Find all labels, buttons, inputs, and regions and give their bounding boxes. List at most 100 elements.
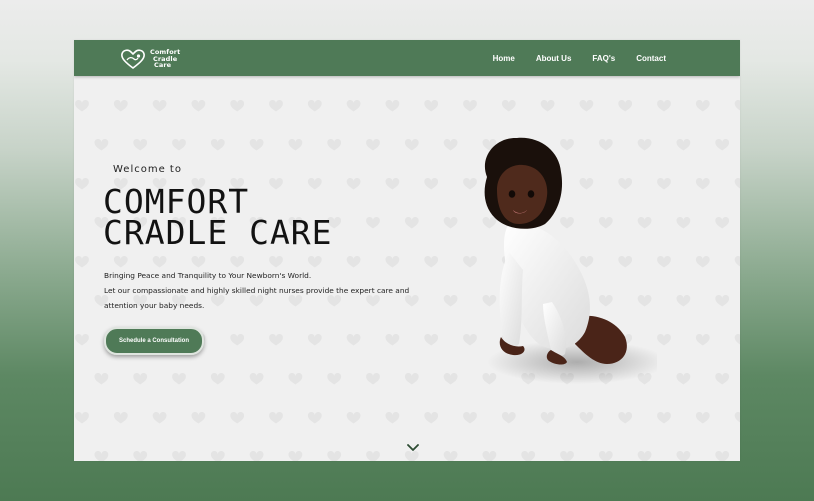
nav-link-about-us[interactable]: About Us bbox=[536, 54, 572, 63]
hero-description-line-1: Bringing Peace and Tranquility to Your N… bbox=[104, 271, 312, 280]
heart-icon bbox=[501, 412, 516, 424]
heart-icon bbox=[172, 451, 186, 461]
heart-icon bbox=[113, 256, 128, 268]
heart-icon bbox=[307, 100, 322, 112]
heart-icon bbox=[307, 334, 322, 346]
heart-icon bbox=[249, 139, 264, 151]
heart-icon bbox=[695, 256, 710, 268]
heart-icon bbox=[385, 334, 400, 346]
heart-icon bbox=[75, 178, 89, 190]
heart-icon bbox=[424, 334, 439, 346]
heart-icon bbox=[327, 373, 342, 385]
heart-hand-logo-icon bbox=[121, 49, 145, 70]
heart-icon bbox=[521, 451, 536, 461]
heart-icon bbox=[172, 139, 186, 151]
heart-icon bbox=[676, 217, 691, 229]
heart-icon bbox=[715, 451, 730, 461]
heart-icon bbox=[734, 178, 740, 189]
heart-icon bbox=[269, 100, 283, 112]
heart-icon bbox=[676, 139, 691, 151]
heart-icon bbox=[734, 100, 740, 111]
schedule-consultation-button[interactable]: Schedule a Consultation bbox=[104, 327, 204, 355]
heart-icon bbox=[424, 100, 439, 112]
heart-icon bbox=[540, 100, 555, 112]
heart-icon bbox=[695, 100, 710, 112]
heart-icon bbox=[307, 412, 322, 424]
hero-title-line-2: CRADLE CARE bbox=[103, 213, 333, 252]
heart-icon bbox=[695, 334, 710, 346]
heart-icon bbox=[366, 373, 380, 385]
logo-wordmark: Comfort Cradle Care bbox=[150, 49, 180, 69]
nav-link-contact[interactable]: Contact bbox=[636, 54, 666, 63]
hero-description-line-2: Let our compassionate and highly skilled… bbox=[104, 286, 410, 295]
top-navbar: Comfort Cradle Care Home About Us FAQ's … bbox=[74, 40, 740, 76]
heart-icon bbox=[443, 295, 458, 307]
heart-icon bbox=[346, 412, 361, 424]
chevron-down-icon[interactable] bbox=[407, 444, 419, 452]
heart-icon bbox=[715, 139, 730, 151]
heart-icon bbox=[133, 139, 148, 151]
heart-icon bbox=[172, 373, 186, 385]
nav-link-faqs[interactable]: FAQ's bbox=[592, 54, 615, 63]
hero-title: COMFORT CRADLE CARE bbox=[103, 185, 333, 252]
heart-icon bbox=[307, 256, 322, 268]
heart-icon bbox=[443, 451, 458, 461]
heart-icon bbox=[404, 451, 419, 461]
heart-icon bbox=[715, 217, 730, 229]
heart-icon bbox=[288, 451, 303, 461]
heart-icon bbox=[288, 373, 303, 385]
heart-icon bbox=[346, 334, 361, 346]
heart-icon bbox=[230, 412, 245, 424]
heart-icon bbox=[676, 451, 691, 461]
heart-icon bbox=[676, 295, 691, 307]
heart-icon bbox=[695, 412, 710, 424]
heart-icon bbox=[152, 412, 167, 424]
brand-logo[interactable]: Comfort Cradle Care bbox=[119, 47, 180, 71]
heart-icon bbox=[191, 256, 206, 268]
heart-icon bbox=[443, 217, 458, 229]
heart-icon bbox=[75, 334, 89, 346]
heart-icon bbox=[210, 451, 225, 461]
heart-icon bbox=[191, 100, 206, 112]
heart-icon bbox=[404, 217, 419, 229]
heart-icon bbox=[191, 412, 206, 424]
heart-icon bbox=[385, 178, 400, 190]
heart-icon bbox=[94, 373, 109, 385]
heart-icon bbox=[249, 451, 264, 461]
heart-icon bbox=[366, 451, 380, 461]
heart-icon bbox=[657, 100, 671, 112]
heart-icon bbox=[288, 139, 303, 151]
heart-icon bbox=[269, 334, 283, 346]
heart-icon bbox=[210, 139, 225, 151]
heart-icon bbox=[269, 412, 283, 424]
heart-icon bbox=[579, 100, 594, 112]
heart-icon bbox=[734, 334, 740, 345]
heart-icon bbox=[540, 412, 555, 424]
heart-icon bbox=[424, 256, 439, 268]
heart-icon bbox=[657, 412, 671, 424]
heart-icon bbox=[734, 256, 740, 267]
nav-link-home[interactable]: Home bbox=[493, 54, 515, 63]
heart-icon bbox=[695, 178, 710, 190]
heart-icon bbox=[676, 373, 691, 385]
heart-icon bbox=[94, 451, 109, 461]
browser-viewport: Comfort Cradle Care Home About Us FAQ's … bbox=[74, 40, 740, 461]
heart-icon bbox=[366, 217, 380, 229]
heart-icon bbox=[113, 412, 128, 424]
nav-menu: Home About Us FAQ's Contact bbox=[493, 40, 666, 76]
heart-icon bbox=[637, 451, 652, 461]
hero-description: Bringing Peace and Tranquility to Your N… bbox=[104, 268, 410, 313]
heart-icon bbox=[133, 373, 148, 385]
hero-description-line-3: attention your baby needs. bbox=[104, 301, 205, 310]
heart-icon bbox=[657, 178, 671, 190]
heart-icon bbox=[366, 139, 380, 151]
heart-icon bbox=[404, 139, 419, 151]
heart-icon bbox=[230, 100, 245, 112]
heart-icon bbox=[598, 451, 613, 461]
heart-icon bbox=[715, 295, 730, 307]
heart-icon bbox=[152, 100, 167, 112]
heart-icon bbox=[715, 373, 730, 385]
heart-icon bbox=[327, 139, 342, 151]
heart-icon bbox=[75, 100, 89, 112]
heart-icon bbox=[75, 412, 89, 424]
